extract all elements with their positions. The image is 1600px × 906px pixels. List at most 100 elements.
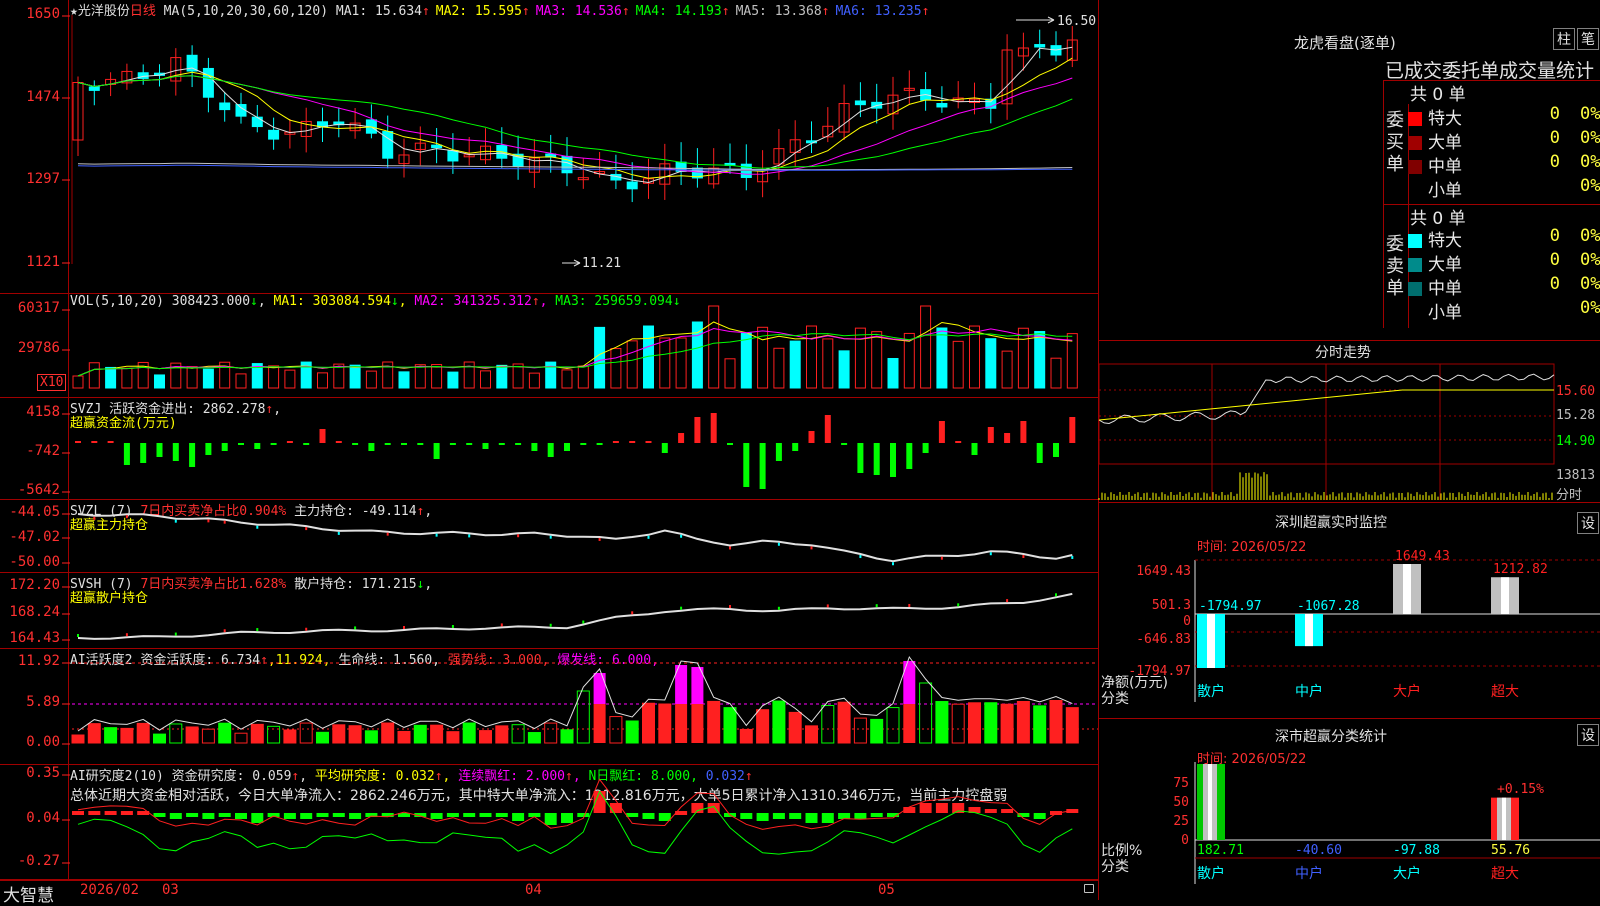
volume-bar [952,340,964,389]
volume-bar [724,358,736,389]
volume-bar [773,347,785,389]
flow-bar [792,443,799,451]
intraday-panel[interactable]: 分时走势 15.60 15.28 14.90 13813 分时 [1098,340,1600,503]
activity-bar [739,728,753,744]
svzl-panel[interactable]: SVZL (7) 7日内买卖净占比0.904% 主力持仓: -49.114↑, … [0,500,1098,573]
activity-bar [576,690,590,744]
position-tick [256,525,259,529]
legend-swatch [1408,306,1422,320]
flow-bar [661,443,668,453]
position-tick [500,623,503,627]
flow-bar [890,443,896,477]
activity-bar [658,703,672,744]
order-class: 小单 [1428,181,1462,201]
flow-bar [873,443,880,475]
svzl-line-chart [62,513,1074,566]
volume-bar [920,305,932,389]
position-tick [451,624,454,628]
buy-total: 共 0 单 [1410,85,1466,105]
position-tick [908,603,911,607]
candle-body [773,148,785,165]
activity-bar [675,704,688,743]
research-bar [642,813,655,819]
volume-bar [284,369,296,389]
volume-bar [414,364,426,389]
lhb-title: 龙虎看盘(逐单) [1294,34,1396,52]
volume-bar [969,325,980,389]
volume-bar [447,371,459,389]
position-tick [207,519,210,523]
order-volume: 0 [1549,226,1560,246]
activity-bar [935,701,949,744]
lhb-tabs[interactable]: 已成交委托单成交量统计 [1385,56,1594,83]
sc-stat-category: 散户 [1197,865,1225,882]
svsh-line-chart [62,586,1073,641]
timeline-bar[interactable]: 大智慧 2026/02 03 04 05 [0,880,1098,906]
volume-bar [838,350,850,389]
pen-mode-button[interactable]: 笔 [1577,28,1599,50]
volume-bar [691,321,703,389]
candle-body [1001,49,1013,105]
volume-bar [594,326,606,389]
research-bar [186,813,199,817]
research-bar [740,813,753,819]
sz-stat-chart: 182.71 散户 -40.60 中户 -97.88 大户 55.76 超大 [1194,762,1600,884]
brand-label[interactable]: 大智慧 [3,881,54,906]
position-tick [77,634,79,637]
volume-panel[interactable]: VOL(5,10,20) 308423.000↓, MA1: 303084.59… [0,294,1098,398]
order-percent: 0% [1580,176,1600,196]
position-tick [223,520,226,524]
position-tick [435,533,438,537]
sz-stat-panel[interactable]: 深市超赢分类统计 设 时间: 2026/05/22 75 50 25 0 比例%… [1099,718,1600,900]
sc-stat-category: 大户 [1393,865,1421,882]
flow-bar [775,443,782,461]
svzj-panel[interactable]: SVZJ 活跃资金进出: 2862.278↑, 超赢资金流(万元) 4158 -… [0,398,1098,500]
activity-bar [642,702,655,744]
volume-bar [610,348,622,389]
position-tick [892,562,894,566]
order-volume: 0 [1549,128,1560,148]
research-bar [691,803,704,813]
flow-bar [547,443,554,457]
position-tick [549,623,552,627]
activity-bar [153,733,166,744]
activity-bar [593,704,606,743]
flow-bar [955,441,962,443]
research-bar [479,813,492,817]
intraday-chart[interactable] [1098,340,1600,502]
volume-bar [431,364,443,389]
sz-monitor-value: 1212.82 [1493,562,1548,577]
volume-bar [822,338,834,389]
svsh-panel[interactable]: SVSH (7) 7日内买卖净占比1.628% 散户持仓: 171.215↓, … [0,573,1098,649]
sz-monitor-panel[interactable]: 深圳超赢实时监控 设 时间: 2026/05/22 1649.43 501.3 … [1099,502,1600,719]
activity-bar [299,722,313,744]
research-bar [169,813,182,819]
order-class: 特大 [1428,231,1462,251]
position-tick [810,546,813,550]
position-tick [826,604,829,608]
volume-bar [398,371,410,389]
ai-activity-panel[interactable]: AI活跃度2 资金活跃度: 6.734↑,11.924, 生命线: 1.560,… [0,649,1098,765]
candle-body [463,154,475,158]
activity-bar [234,732,248,744]
activity-bar [120,727,134,744]
volume-bar [317,372,328,389]
sell-row-2: 大单 0 0% [1408,250,1600,275]
ai-research-panel[interactable]: AI研究度2(10) 资金研究度: 0.059↑, 平均研究度: 0.032↑,… [0,765,1098,880]
flow-bar [319,429,326,443]
flow-bar [808,431,815,443]
volume-bar [659,337,671,389]
activity-bar [348,725,362,744]
volume-bar [561,369,573,389]
volume-bar [708,305,720,389]
position-tick [680,534,683,538]
lock-icon[interactable] [1084,884,1094,893]
position-tick [729,605,731,609]
volume-bar [806,325,817,389]
candlestick-chart[interactable] [0,0,1098,294]
flow-bar [1004,433,1011,443]
bar-mode-button[interactable]: 柱 [1553,28,1575,50]
candle-body [1034,44,1046,48]
price-panel[interactable]: ★光洋股份日线 MA(5,10,20,30,60,120) MA1: 15.63… [0,0,1098,294]
sz-monitor-category: 中户 [1295,683,1323,700]
